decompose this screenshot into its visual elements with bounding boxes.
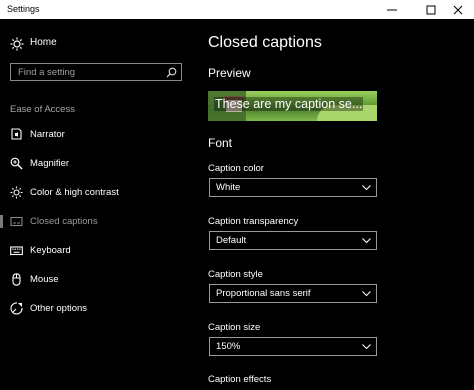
sidebar-item-label: Color & high contrast [30, 187, 119, 198]
caption-preview: These are my caption se... [208, 91, 377, 121]
sidebar-item-closed-captions[interactable]: Closed captions [0, 211, 196, 233]
home-label: Home [30, 37, 57, 48]
preview-heading: Preview [208, 66, 251, 80]
caption-color-value: White [216, 182, 241, 193]
caption-style-dropdown[interactable]: Proportional sans serif [209, 284, 377, 303]
narrator-icon [11, 128, 22, 140]
caption-style-value: Proportional sans serif [216, 288, 311, 299]
sidebar-item-narrator[interactable]: Narrator [0, 124, 196, 146]
chevron-down-icon [362, 344, 371, 350]
sidebar-item-label: Narrator [30, 129, 65, 140]
page-title: Closed captions [208, 34, 322, 51]
caption-size-label: Caption size [208, 322, 261, 333]
sidebar-item-other-options[interactable]: Other options [0, 298, 196, 320]
chevron-down-icon [362, 291, 371, 297]
font-heading: Font [208, 136, 233, 150]
chevron-down-icon [362, 238, 371, 244]
window-title: Settings [7, 4, 40, 14]
caption-transparency-label: Caption transparency [208, 216, 299, 227]
preview-caption-text: These are my caption se... [214, 97, 364, 111]
close-icon [453, 5, 462, 14]
search-placeholder: Find a setting [18, 67, 76, 78]
sidebar-item-label: Closed captions [30, 216, 98, 227]
caption-size-value: 150% [216, 341, 241, 352]
sidebar-item-label: Magnifier [30, 158, 70, 169]
sidebar-item-label: Other options [30, 303, 88, 314]
home-nav-item[interactable]: Home [0, 33, 196, 55]
caption-color-label: Caption color [208, 163, 264, 174]
maximize-icon [426, 5, 435, 14]
main-content: Closed captions Preview These are my cap… [196, 19, 474, 390]
sidebar-item-color-high-contrast[interactable]: Color & high contrast [0, 182, 196, 204]
brightness-icon [10, 186, 23, 199]
captions-icon [10, 216, 23, 227]
sidebar-item-label: Keyboard [30, 245, 71, 256]
minimize-icon [386, 9, 397, 10]
sidebar-item-label: Mouse [30, 274, 59, 285]
section-label: Ease of Access [10, 104, 75, 115]
home-icon [10, 37, 24, 51]
caption-transparency-dropdown[interactable]: Default [209, 231, 377, 250]
sidebar-item-magnifier[interactable]: Magnifier [0, 153, 196, 175]
minimize-button[interactable] [375, 0, 408, 19]
chevron-down-icon [362, 185, 371, 191]
caption-size-dropdown[interactable]: 150% [209, 337, 377, 356]
caption-color-dropdown[interactable]: White [209, 178, 377, 197]
selected-indicator [0, 215, 3, 228]
caption-transparency-value: Default [216, 235, 247, 246]
keyboard-icon [10, 246, 23, 256]
caption-effects-label: Caption effects [208, 374, 272, 385]
search-icon [166, 67, 177, 78]
sidebar-item-mouse[interactable]: Mouse [0, 269, 196, 291]
sidebar: Home Find a setting Ease of Access Narra… [0, 19, 196, 390]
sidebar-item-keyboard[interactable]: Keyboard [0, 240, 196, 262]
close-button[interactable] [441, 0, 474, 19]
mouse-icon [12, 273, 21, 286]
magnifier-icon [10, 157, 23, 170]
caption-style-label: Caption style [208, 269, 263, 280]
other-options-icon [10, 302, 23, 315]
search-input[interactable]: Find a setting [10, 63, 182, 81]
title-bar: Settings [0, 0, 474, 19]
